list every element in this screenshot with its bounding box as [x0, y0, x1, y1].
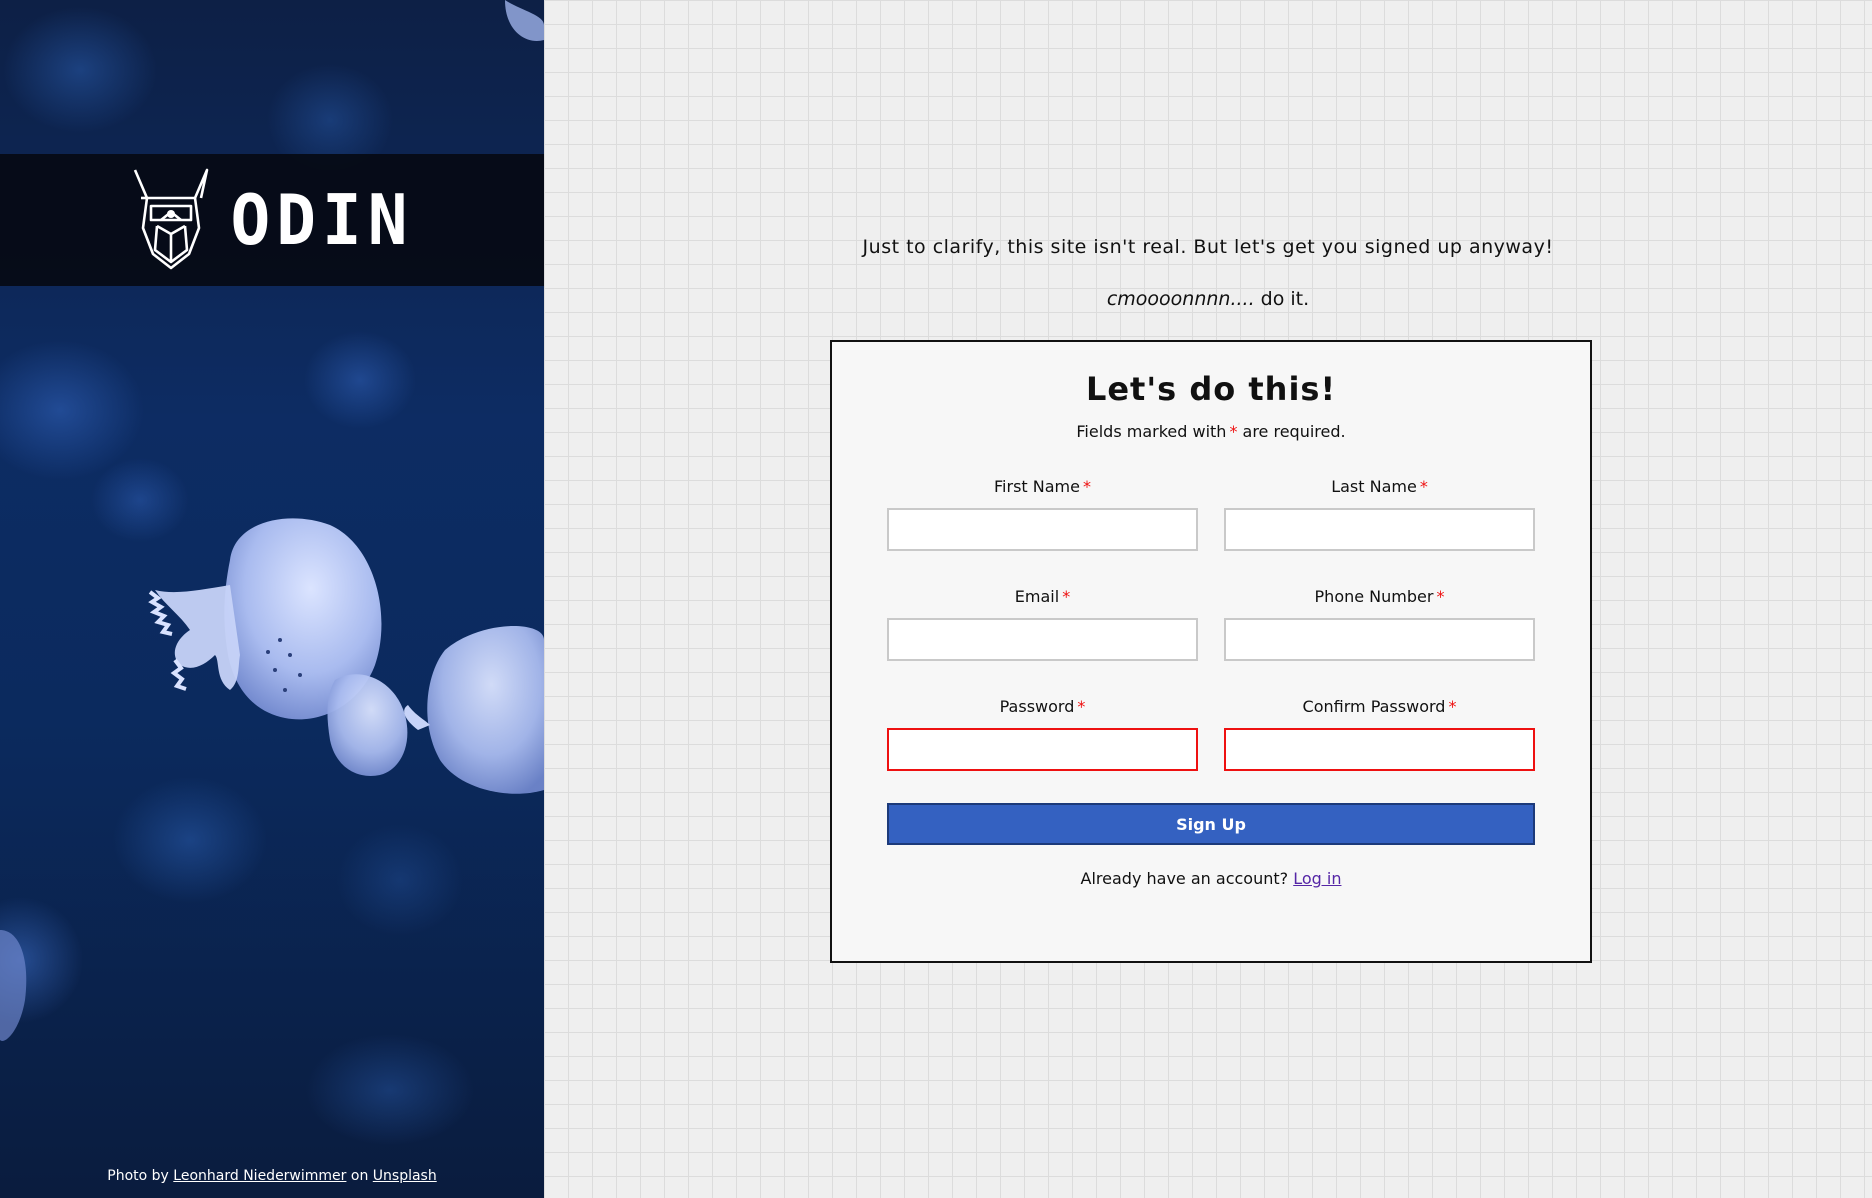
- password-group: Password *: [887, 697, 1198, 771]
- email-group: Email *: [887, 587, 1198, 661]
- email-input[interactable]: [887, 618, 1198, 661]
- login-prompt-text: Already have an account?: [1080, 869, 1289, 888]
- login-prompt: Already have an account? Log in: [832, 869, 1590, 888]
- intro-emphasis: cmoooonnnn....: [1106, 288, 1255, 310]
- required-asterisk: *: [1077, 697, 1086, 716]
- photo-credit: Photo by Leonhard Niederwimmer on Unspla…: [0, 1168, 544, 1184]
- intro-rest: do it.: [1254, 288, 1310, 310]
- required-asterisk: *: [1419, 477, 1428, 496]
- phone-label-text: Phone Number: [1314, 587, 1434, 606]
- password-label: Password *: [887, 697, 1198, 716]
- first-name-label-text: First Name: [994, 477, 1080, 496]
- email-label-text: Email: [1014, 587, 1060, 606]
- credit-source-link[interactable]: Unsplash: [373, 1168, 437, 1184]
- last-name-input[interactable]: [1224, 508, 1535, 551]
- required-asterisk: *: [1436, 587, 1445, 606]
- viking-helmet-icon: [133, 168, 208, 270]
- first-name-input[interactable]: [887, 508, 1198, 551]
- required-asterisk: *: [1062, 587, 1071, 606]
- required-note-before: Fields marked with: [1076, 422, 1227, 441]
- required-asterisk: *: [1448, 697, 1457, 716]
- email-label: Email *: [887, 587, 1198, 606]
- required-note: Fields marked with * are required.: [832, 422, 1590, 441]
- signup-section: Just to clarify, this site isn't real. B…: [544, 0, 1872, 1198]
- sign-up-button[interactable]: Sign Up: [887, 803, 1535, 845]
- login-link[interactable]: Log in: [1293, 869, 1341, 888]
- hero-image-panel: ODIN Photo by Leonhard Niederwimmer on U…: [0, 0, 544, 1198]
- credit-prefix: Photo by: [107, 1168, 169, 1184]
- confirm-password-label: Confirm Password *: [1224, 697, 1535, 716]
- credit-author-link[interactable]: Leonhard Niederwimmer: [173, 1168, 346, 1184]
- form-title: Let's do this!: [1085, 370, 1337, 408]
- intro-subtext: cmoooonnnn.... do it.: [544, 288, 1872, 310]
- password-label-text: Password: [999, 697, 1075, 716]
- intro-text: Just to clarify, this site isn't real. B…: [862, 236, 1554, 258]
- brand-banner: ODIN: [0, 154, 544, 286]
- confirm-password-group: Confirm Password *: [1224, 697, 1535, 771]
- form-fields: First Name * Last Name * Email * Phone Numb…: [887, 477, 1535, 771]
- credit-joiner: on: [350, 1168, 369, 1184]
- last-name-label-text: Last Name: [1331, 477, 1417, 496]
- last-name-group: Last Name *: [1224, 477, 1535, 551]
- first-name-label: First Name *: [887, 477, 1198, 496]
- phone-group: Phone Number *: [1224, 587, 1535, 661]
- brand-name: ODIN: [230, 179, 414, 261]
- signup-form: Let's do this! Fields marked with * are r…: [830, 340, 1592, 963]
- confirm-password-input[interactable]: [1224, 728, 1535, 771]
- confirm-password-label-text: Confirm Password: [1302, 697, 1446, 716]
- password-input[interactable]: [887, 728, 1198, 771]
- first-name-group: First Name *: [887, 477, 1198, 551]
- required-note-after: are required.: [1237, 422, 1346, 441]
- phone-label: Phone Number *: [1224, 587, 1535, 606]
- required-asterisk: *: [1082, 477, 1091, 496]
- last-name-label: Last Name *: [1224, 477, 1535, 496]
- phone-input[interactable]: [1224, 618, 1535, 661]
